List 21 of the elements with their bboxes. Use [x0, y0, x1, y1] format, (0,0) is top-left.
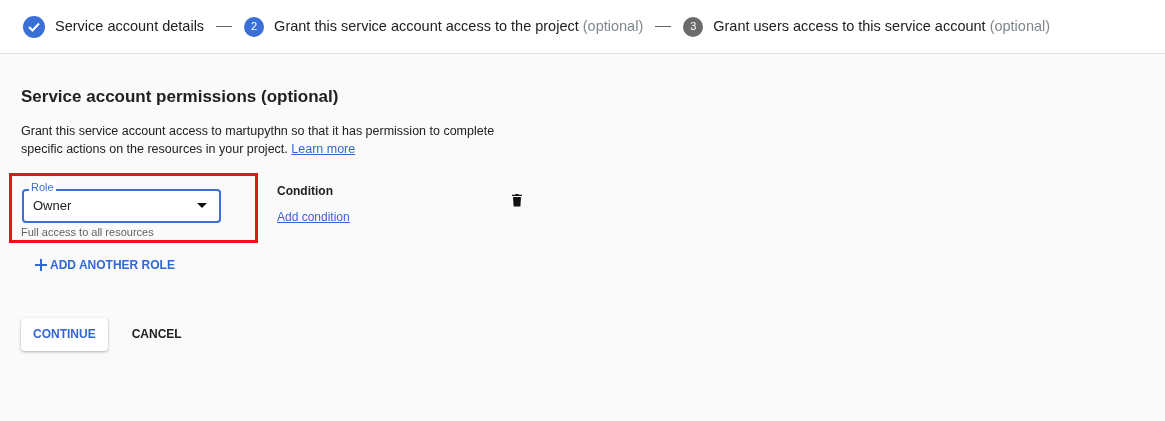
description: Grant this service account access to martupythn so that it has permission to complete specific actions on the resources in your project. Learn more — [21, 122, 496, 158]
learn-more-link[interactable]: Learn more — [291, 141, 356, 156]
step-number: 3 — [683, 16, 704, 37]
step-label: Grant users access to this service account — [713, 16, 986, 36]
optional-label: (optional) — [582, 16, 644, 36]
caret-icon — [197, 203, 207, 208]
helper-text: Full access to all resources — [21, 224, 154, 240]
step-number: 2 — [244, 16, 265, 37]
step-label: Service account details — [55, 16, 205, 36]
check-icon — [23, 15, 45, 38]
condition-label: Condition — [277, 182, 334, 200]
field-label: Role — [29, 179, 56, 194]
add-role-button[interactable]: ADD ANOTHER ROLE — [35, 255, 175, 274]
step-label: Grant this service account access to the project — [274, 16, 579, 36]
section-title: Service account permissions (optional) — [21, 86, 340, 108]
plus-icon — [35, 258, 47, 271]
add-condition-link[interactable]: Add condition — [277, 207, 350, 226]
optional-label: (optional) — [989, 16, 1051, 36]
trash-icon[interactable] — [510, 192, 523, 207]
cancel-button[interactable]: CANCEL — [131, 317, 182, 351]
continue-button[interactable]: CONTINUE — [21, 317, 108, 351]
